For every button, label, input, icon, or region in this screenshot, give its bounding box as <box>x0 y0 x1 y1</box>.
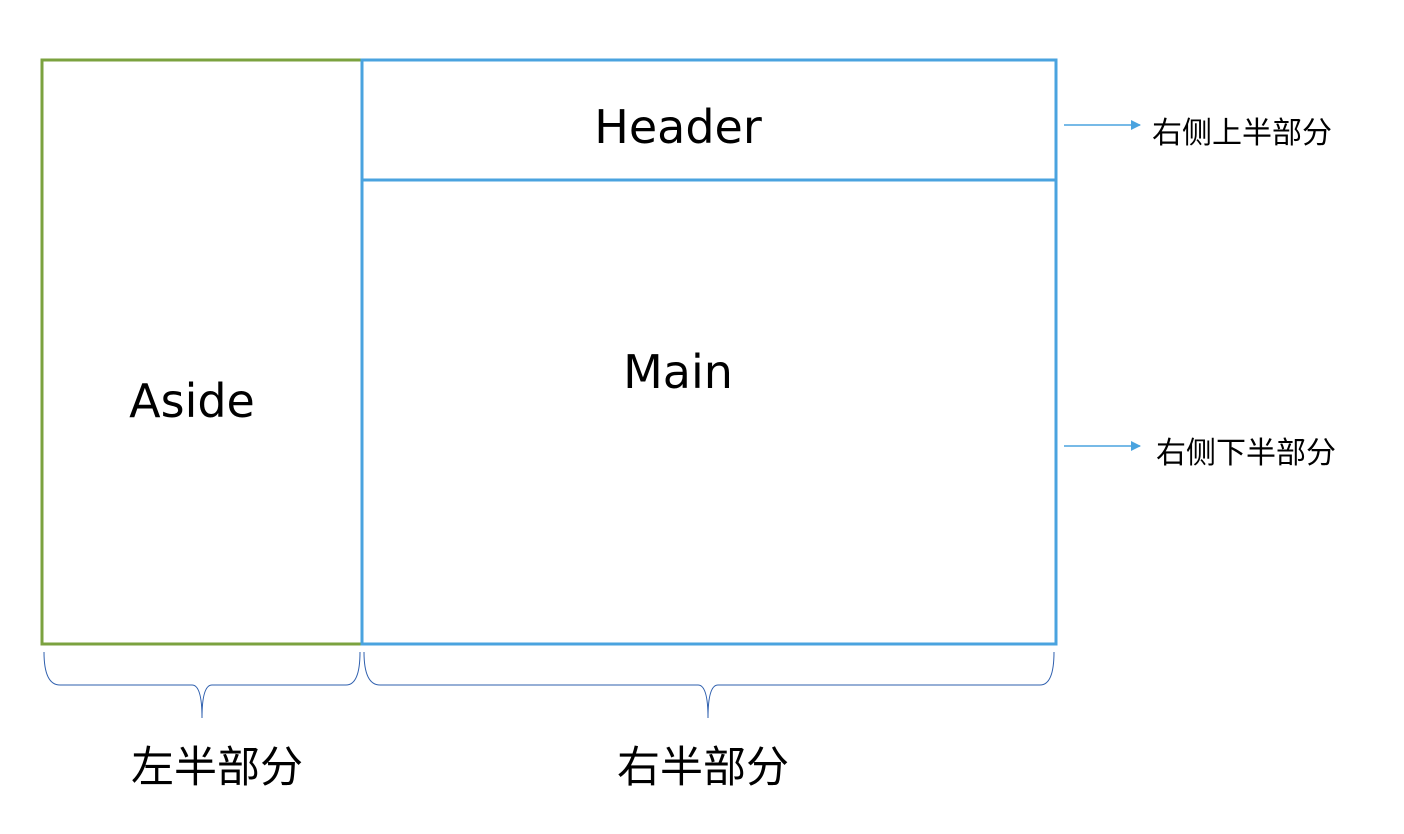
left-brace <box>43 651 361 719</box>
main-box <box>360 178 1058 646</box>
main-label: Main <box>623 345 733 399</box>
left-half-label: 左半部分 <box>131 743 303 793</box>
aside-box <box>40 58 364 646</box>
aside-label: Aside <box>129 374 255 428</box>
right-brace <box>363 651 1055 719</box>
upper-right-annotation: 右侧上半部分 <box>1152 116 1332 151</box>
right-half-label: 右半部分 <box>617 743 789 793</box>
header-label: Header <box>594 100 762 154</box>
lower-right-annotation: 右侧下半部分 <box>1156 436 1336 471</box>
